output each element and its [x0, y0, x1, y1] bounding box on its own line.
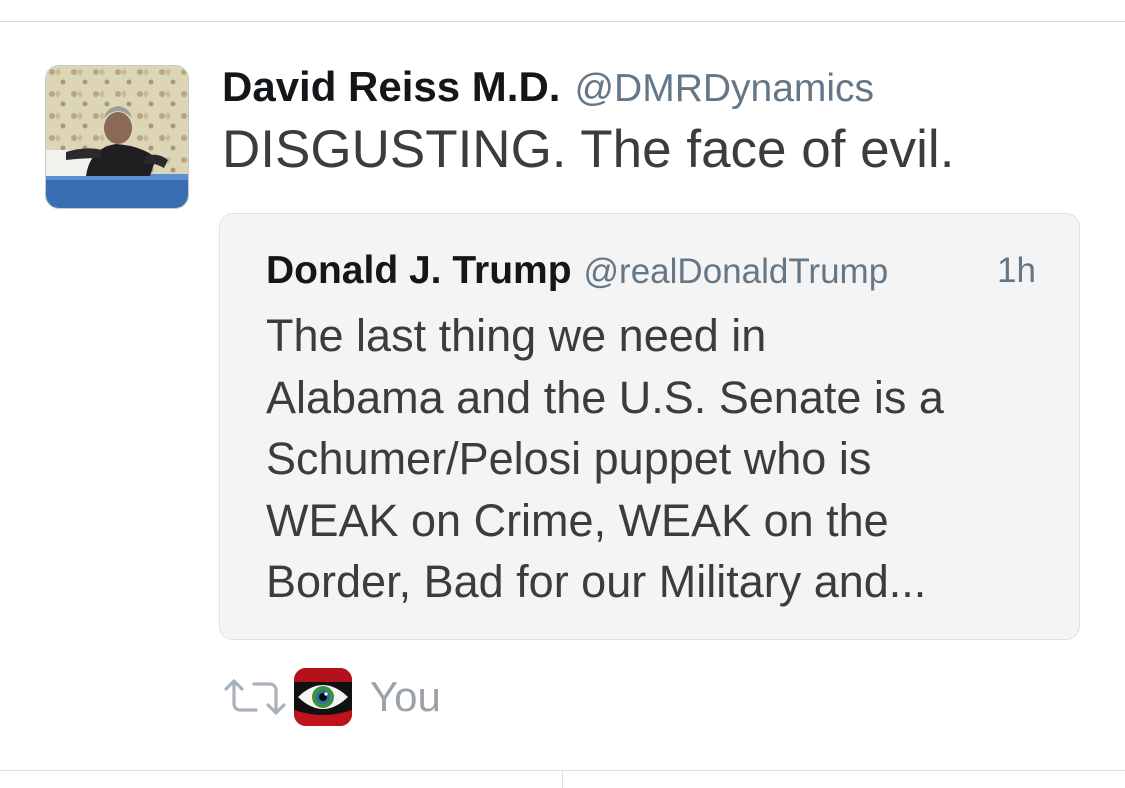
- top-divider: [0, 21, 1125, 22]
- eye-avatar-icon: [294, 668, 352, 726]
- retweet-icon: [224, 679, 286, 715]
- quoted-tweet-card[interactable]: Donald J. Trump @realDonaldTrump 1h The l…: [219, 213, 1080, 640]
- quoted-tweet-text: The last thing we need in Alabama and th…: [266, 310, 944, 607]
- quoted-tweet-timestamp: 1h: [997, 251, 1036, 290]
- profile-photo-icon: [46, 66, 188, 208]
- tweet-text: DISGUSTING. The face of evil.: [222, 120, 955, 179]
- author-avatar[interactable]: [45, 65, 189, 209]
- quoted-author-handle: @realDonaldTrump: [583, 252, 889, 291]
- author-name[interactable]: David Reiss M.D.: [222, 63, 560, 110]
- quoted-tweet-header: Donald J. Trump @realDonaldTrump: [266, 246, 888, 304]
- retweet-context: You: [222, 668, 441, 726]
- action-bar-divider: [562, 770, 563, 788]
- author-handle[interactable]: @DMRDynamics: [574, 67, 874, 110]
- quoted-author-name: Donald J. Trump: [266, 249, 572, 292]
- retweeter-avatar[interactable]: [294, 668, 352, 726]
- tweet-header: David Reiss M.D. @DMRDynamics: [222, 60, 874, 124]
- retweeter-label[interactable]: You: [370, 668, 441, 726]
